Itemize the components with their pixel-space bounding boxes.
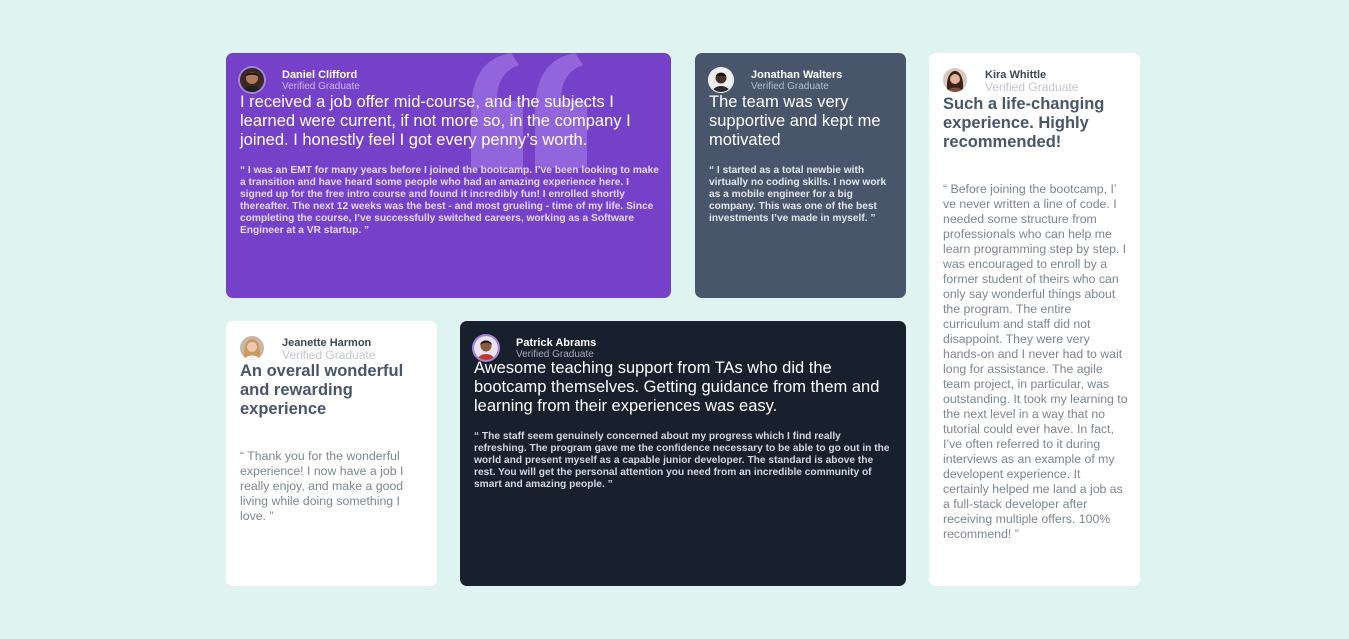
avatar <box>240 336 264 360</box>
testimonial-headline: Awesome teaching support from TAs who di… <box>474 359 880 415</box>
testimonial-body: “ Thank you for the wonderful experience… <box>240 449 404 523</box>
testimonial-card-kira: Kira Whittle Verified Graduate Such a li… <box>929 53 1140 586</box>
author-role: Verified Graduate <box>985 80 1079 94</box>
testimonial-body: “ I was an EMT for many years before I j… <box>240 165 659 236</box>
testimonial-card-daniel: Daniel Clifford Verified Graduate I rece… <box>226 53 671 298</box>
avatar <box>474 336 498 360</box>
testimonial-card-patrick: Patrick Abrams Verified Graduate Awesome… <box>460 321 906 586</box>
author-role: Verified Graduate <box>282 81 360 92</box>
testimonial-card-jeanette: Jeanette Harmon Verified Graduate An ove… <box>226 321 437 586</box>
author-name: Patrick Abrams <box>516 337 597 349</box>
testimonial-headline: The team was very supportive and kept me… <box>709 93 881 149</box>
testimonial-card-jonathan: Jonathan Walters Verified Graduate The t… <box>695 53 906 298</box>
testimonial-body: “ I started as a total newbie with virtu… <box>709 165 887 224</box>
avatar <box>709 68 733 92</box>
author-name: Daniel Clifford <box>282 69 358 81</box>
avatar <box>240 68 264 92</box>
testimonial-headline: I received a job offer mid-course, and t… <box>240 93 631 149</box>
author-role: Verified Graduate <box>751 81 829 92</box>
avatar <box>943 68 967 92</box>
author-name: Jonathan Walters <box>751 69 843 81</box>
author-role: Verified Graduate <box>282 348 376 362</box>
testimonial-headline: An overall wonderful and rewarding exper… <box>240 362 404 418</box>
testimonial-body: “ The staff seem genuinely concerned abo… <box>474 431 890 490</box>
testimonial-headline: Such a life-changing experience. Highly … <box>943 95 1105 151</box>
testimonial-body: “ Before joining the bootcamp, I’ ve nev… <box>943 182 1128 541</box>
